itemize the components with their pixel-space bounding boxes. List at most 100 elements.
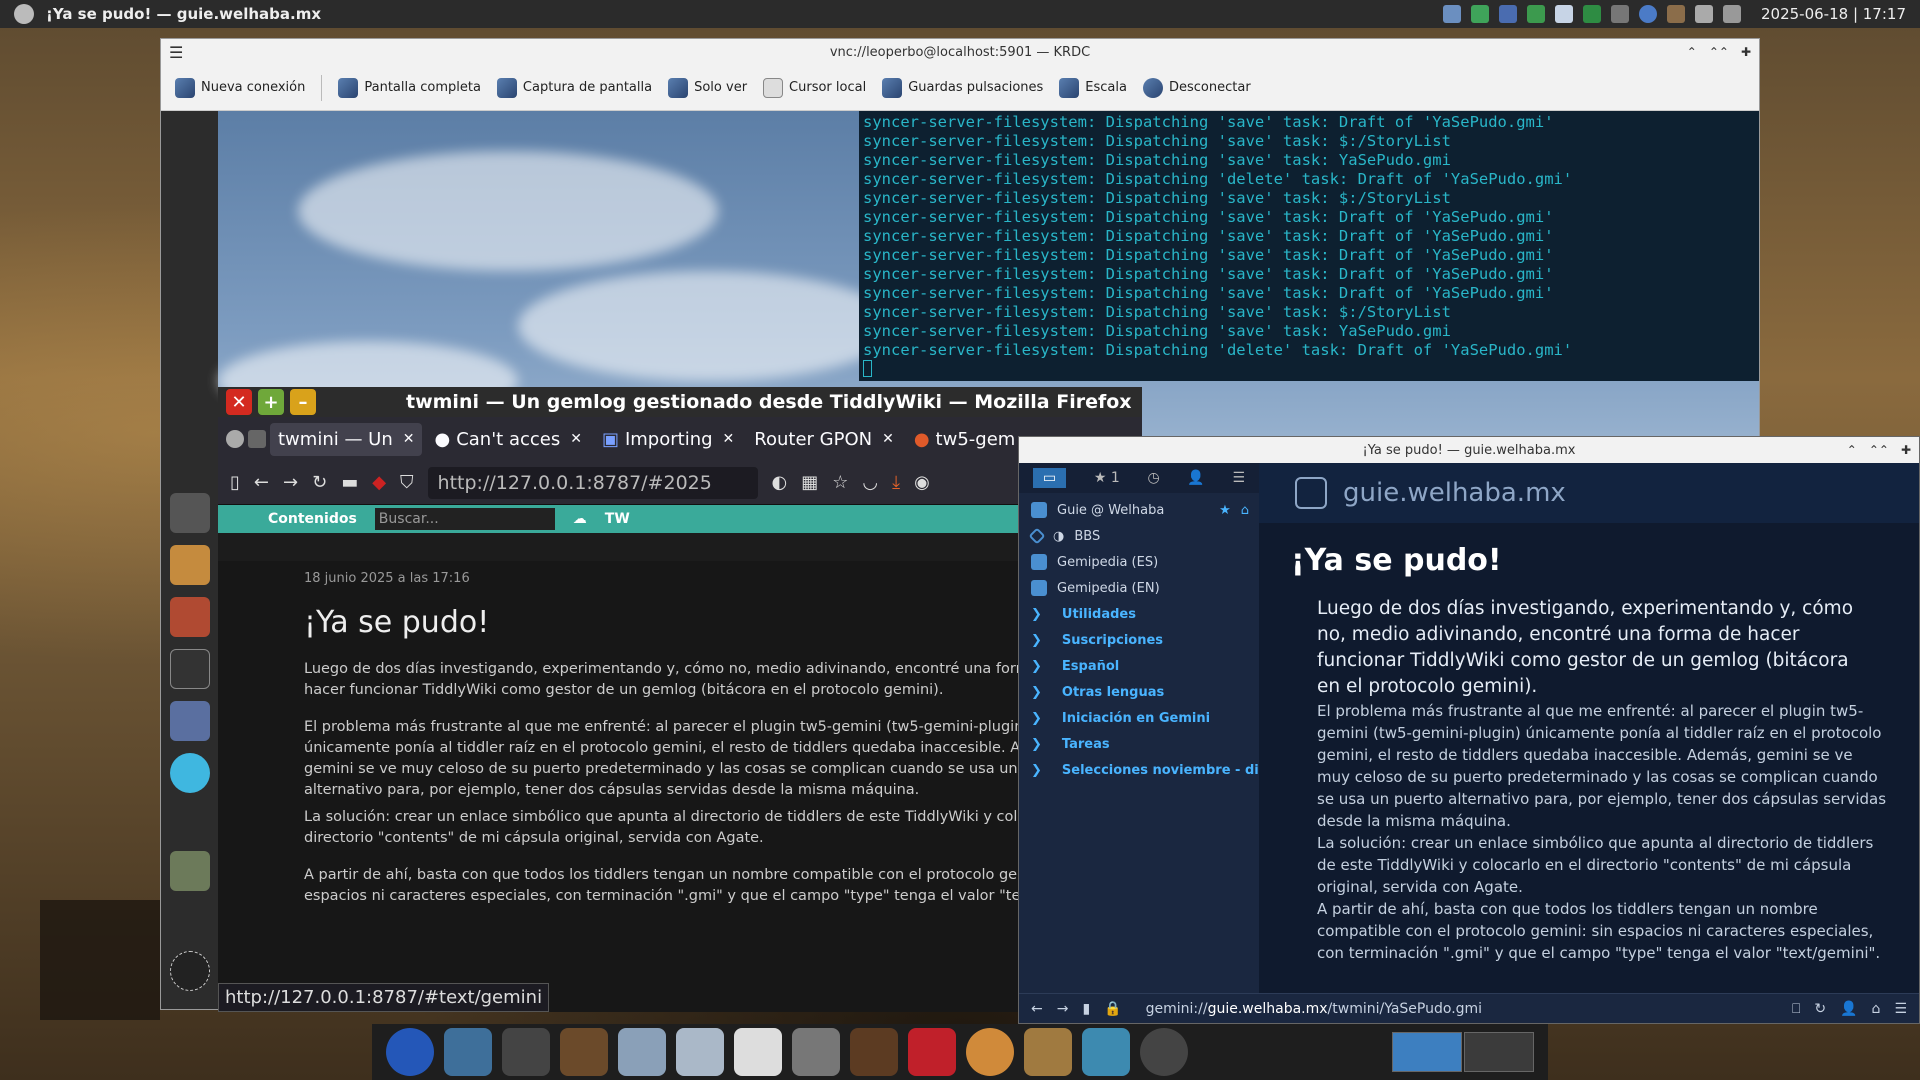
close-tab-icon[interactable]: ✕	[403, 431, 415, 447]
sidebar-section-selecciones[interactable]: ❯Selecciones noviembre - diciem	[1019, 757, 1259, 783]
remote-paint-icon[interactable]	[170, 701, 210, 741]
tray-book-icon[interactable]	[1583, 5, 1601, 23]
sidebar-item-bbs[interactable]: ◑ BBS	[1019, 523, 1259, 549]
screenshot-button[interactable]: Captura de pantalla	[496, 77, 652, 98]
new-connection-button[interactable]: Nueva conexión	[175, 77, 305, 98]
tray-calendar-icon[interactable]	[1723, 5, 1741, 23]
remote-window-icon[interactable]	[170, 493, 210, 533]
url-bar[interactable]: http://127.0.0.1:8787/#2025	[427, 466, 758, 499]
tab-tw5-gemini[interactable]: ● tw5-gem	[906, 423, 1023, 456]
tray-chat-icon[interactable]	[1639, 5, 1657, 23]
sidebar-section-tareas[interactable]: ❯ Tareas	[1019, 731, 1259, 757]
tray-battery-icon[interactable]	[1611, 5, 1629, 23]
pin-icon[interactable]: ✚	[1901, 443, 1911, 457]
archive-app-icon[interactable]	[1024, 1028, 1072, 1076]
minimize-icon[interactable]: ⌃	[1847, 443, 1857, 457]
sidebar-toggle-icon[interactable]: ▮	[1082, 1001, 1090, 1017]
sidebar-section-utilidades[interactable]: ❯ Utilidades	[1019, 601, 1259, 627]
tab-list-icon[interactable]	[248, 430, 266, 448]
globe-app-icon[interactable]	[1140, 1028, 1188, 1076]
sidebar-tab-feeds[interactable]: ▭	[1032, 468, 1067, 488]
sidebar-item-gemipedia-es[interactable]: Gemipedia (ES)	[1019, 549, 1259, 575]
krdc-titlebar[interactable]: ☰ vnc://leoperbo@localhost:5901 — KRDC ⌃…	[161, 39, 1759, 65]
sidebar-section-suscripciones[interactable]: ❯ Suscripciones	[1019, 627, 1259, 653]
tray-notes-icon[interactable]	[1555, 5, 1573, 23]
firefox-view-icon[interactable]	[226, 430, 244, 448]
back-icon[interactable]: ←	[254, 472, 269, 493]
forward-icon[interactable]: →	[283, 472, 298, 493]
tw-search-input[interactable]: Buscar...	[374, 508, 555, 530]
tw-menu[interactable]: TW	[605, 511, 630, 527]
fullscreen-button[interactable]: Pantalla completa	[338, 77, 481, 98]
minimize-icon[interactable]: –	[290, 389, 316, 415]
gemini-url[interactable]: gemini://guie.welhaba.mx/twmini/YaSePudo…	[1146, 1001, 1482, 1017]
reload-icon[interactable]: ↻	[312, 472, 327, 493]
maximize-icon[interactable]: +	[258, 389, 284, 415]
app-menu-icon[interactable]	[14, 4, 34, 24]
account-icon[interactable]: ◉	[914, 472, 930, 493]
view-only-button[interactable]: Solo ver	[668, 77, 747, 98]
hamburger-menu-icon[interactable]: ☰	[169, 43, 183, 62]
close-icon[interactable]: ✕	[226, 389, 252, 415]
documents-app-icon[interactable]	[734, 1028, 782, 1076]
sidebar-tab-history[interactable]: ◷	[1147, 470, 1159, 486]
pen-app-icon[interactable]	[676, 1028, 724, 1076]
remote-books-icon[interactable]	[170, 851, 210, 891]
remote-fox-icon[interactable]	[170, 597, 210, 637]
fox-app-icon[interactable]	[502, 1028, 550, 1076]
remote-clock-icon[interactable]	[170, 951, 210, 991]
scale-button[interactable]: Escala	[1059, 77, 1127, 98]
terminal-window[interactable]: syncer-server-filesystem: Dispatching 's…	[859, 111, 1759, 381]
tray-recycle-icon[interactable]	[1527, 5, 1545, 23]
books-app-icon[interactable]	[560, 1028, 608, 1076]
sidebar-section-iniciacion[interactable]: ❯ Iniciación en Gemini	[1019, 705, 1259, 731]
pocket-icon[interactable]: ◡	[862, 472, 878, 493]
minimize-icon[interactable]: ⌃	[1687, 45, 1697, 59]
extension-icon[interactable]: ◐	[772, 472, 788, 493]
clock[interactable]: 2025-06-18 | 17:17	[1761, 5, 1906, 23]
contents-menu[interactable]: Contenidos	[268, 511, 357, 527]
tray-wifi-icon[interactable]	[1695, 5, 1713, 23]
tray-house-icon[interactable]	[1667, 5, 1685, 23]
workspace-1[interactable]	[1392, 1032, 1462, 1072]
typewriter-app-icon[interactable]	[792, 1028, 840, 1076]
remote-terminal-icon[interactable]	[170, 649, 210, 689]
identity-icon[interactable]: 👤	[1840, 1001, 1857, 1017]
close-tab-icon[interactable]: ✕	[882, 431, 894, 447]
sidebar-tab-outline[interactable]: ☰	[1233, 470, 1246, 486]
network-app-icon[interactable]	[1082, 1028, 1130, 1076]
workspace-2[interactable]	[1464, 1032, 1534, 1072]
folder-icon[interactable]: ▬	[341, 472, 358, 493]
close-tab-icon[interactable]: ✕	[723, 431, 735, 447]
sidebar-item-guie[interactable]: Guie @ Welhaba ★ ⌂	[1019, 497, 1259, 523]
shield-icon[interactable]: ⛉	[400, 472, 414, 493]
sidebar-tab-bookmarks[interactable]: ★ 1	[1094, 470, 1120, 486]
local-cursor-button[interactable]: Cursor local	[763, 77, 866, 98]
sidebar-tab-identities[interactable]: 👤	[1187, 470, 1204, 486]
feather-app-icon[interactable]	[386, 1028, 434, 1076]
tab-twmini[interactable]: twmini — Un ✕	[270, 422, 423, 456]
bookmark-star-icon[interactable]: ☆	[832, 472, 848, 493]
bird-app-icon[interactable]	[444, 1028, 492, 1076]
palette-app-icon[interactable]	[966, 1028, 1014, 1076]
home-icon[interactable]: ⌂	[1872, 1001, 1881, 1017]
sidebar-icon[interactable]: ▯	[230, 472, 240, 493]
tab-router[interactable]: Router GPON ✕	[746, 423, 902, 456]
gemini-titlebar[interactable]: ¡Ya se pudo! — guie.welhaba.mx ⌃ ⌃⌃ ✚	[1019, 437, 1919, 463]
remote-folder-icon[interactable]	[170, 545, 210, 585]
tray-network-icon[interactable]	[1443, 5, 1461, 23]
tab-importing[interactable]: ▣ Importing ✕	[594, 423, 742, 456]
menu-icon[interactable]: ☰	[1894, 1001, 1907, 1017]
grab-keys-button[interactable]: Guardas pulsaciones	[882, 77, 1043, 98]
reload-icon[interactable]: ↻	[1814, 1001, 1826, 1017]
pin-icon[interactable]: ✚	[1741, 45, 1751, 59]
pencil-app-icon[interactable]	[850, 1028, 898, 1076]
back-icon[interactable]: ←	[1031, 1001, 1043, 1017]
tab-cant-access[interactable]: ● Can't acces ✕	[426, 423, 589, 456]
remote-cat-icon[interactable]	[170, 753, 210, 793]
download-icon[interactable]: ⤓	[892, 472, 900, 493]
ublock-icon[interactable]: ◆	[372, 472, 386, 493]
car-app-icon[interactable]	[908, 1028, 956, 1076]
firefox-titlebar[interactable]: ✕ + – twmini — Un gemlog gestionado desd…	[218, 387, 1142, 417]
close-tab-icon[interactable]: ✕	[570, 431, 582, 447]
